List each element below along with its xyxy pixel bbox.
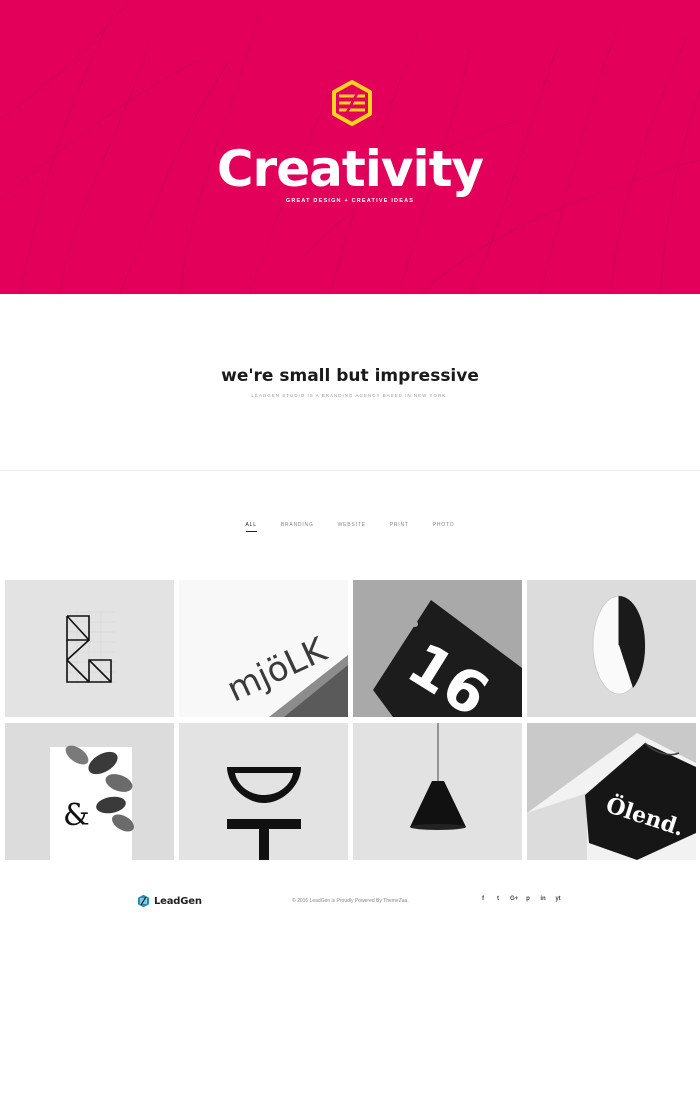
twitter-icon[interactable]: t [495,896,501,902]
filter-print[interactable]: PRINT [378,521,421,529]
intro-subline: LEADGEN STUDIO IS A BRANDING AGENCY BASE… [251,393,449,398]
hexagon-logo-icon[interactable] [331,80,373,126]
site-footer: LeadGen © 2016 LeadGen is Proudly Powere… [0,890,700,914]
portfolio-item-mjolk-card[interactable]: mjöLK [179,580,348,717]
filter-photo[interactable]: PHOTO [421,521,467,529]
youtube-icon[interactable]: yt [555,896,561,902]
hero-tagline: GREAT DESIGN + CREATIVE IDEAS [285,198,415,204]
hero-title: Creativity [216,140,484,198]
google-plus-icon[interactable]: G+ [510,896,518,902]
facebook-icon[interactable]: f [480,896,486,902]
half-circle-image [527,580,696,717]
portfolio-item-olend-tshirt[interactable]: Ölend. [527,723,696,860]
filter-branding[interactable]: BRANDING [269,521,326,529]
pinterest-icon[interactable]: p [525,896,531,902]
portfolio-item-ampersand-print[interactable]: & [5,723,174,860]
portfolio-item-number-16[interactable]: 16 [353,580,522,717]
olend-tshirt-image: Ölend. [527,723,696,860]
portfolio-item-letterform[interactable] [179,723,348,860]
filter-website[interactable]: WEBSITE [326,521,378,529]
intro-section: we're small but impressive LEADGEN STUDI… [0,294,700,471]
pendant-lamp-image [353,723,522,860]
intro-headline: we're small but impressive [221,366,479,386]
letterform-image [179,723,348,860]
portfolio-filters: All BRANDING WEBSITE PRINT PHOTO [0,521,700,532]
portfolio-item-pendant-lamp[interactable] [353,723,522,860]
portfolio-grid: mjöLK 16 & Ölend. [5,580,696,860]
filter-all[interactable]: All [234,521,269,532]
footer-brand-name: LeadGen [154,895,202,907]
portfolio-item-geometric-sketch[interactable] [5,580,174,717]
linkedin-icon[interactable]: in [540,896,546,902]
number-16-image: 16 [353,580,522,717]
hero-banner: Creativity GREAT DESIGN + CREATIVE IDEAS [0,0,700,294]
ampersand-print-image: & [5,723,174,860]
leadgen-logo-icon [138,894,149,908]
portfolio-item-half-circle[interactable] [527,580,696,717]
geometric-sketch-image [5,580,174,717]
footer-copyright: © 2016 LeadGen is Proudly Powered By The… [292,898,409,904]
footer-brand[interactable]: LeadGen [137,894,202,908]
footer-social-links: f t G+ p in yt [480,896,561,902]
ampersand-text: & [63,798,90,833]
mjolk-card-image: mjöLK [179,580,348,717]
